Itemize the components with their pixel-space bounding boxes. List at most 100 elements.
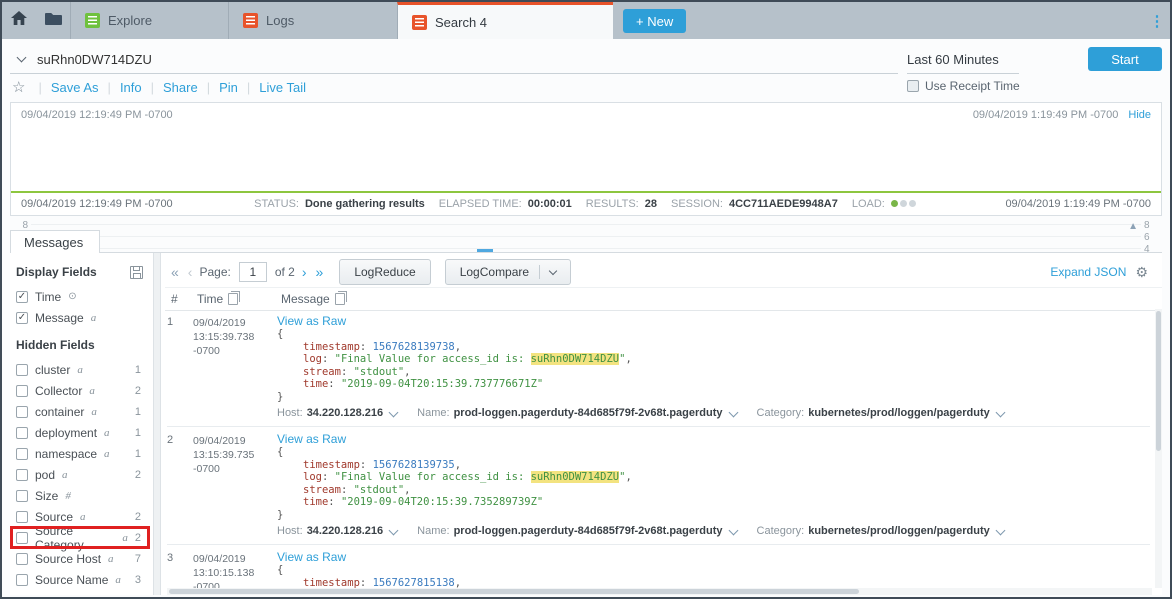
field-checkbox[interactable]	[16, 490, 28, 502]
horizontal-scrollbar[interactable]	[167, 588, 1152, 595]
tab-search-4[interactable]: Search 4	[397, 2, 613, 39]
hidden-field-container[interactable]: container a 1	[10, 401, 153, 422]
kebab-menu-icon[interactable]: ⋮	[1144, 2, 1170, 39]
hidden-field-deployment[interactable]: deployment a 1	[10, 422, 153, 443]
field-checkbox[interactable]	[16, 448, 28, 460]
scrollbar-thumb[interactable]	[1156, 311, 1161, 451]
hidden-field-source-category[interactable]: Source Category a 2	[10, 527, 153, 548]
field-count: 2	[135, 532, 153, 544]
start-button[interactable]: Start	[1088, 47, 1162, 71]
logcompare-button[interactable]: LogCompare	[445, 259, 571, 285]
first-page-icon[interactable]: «	[169, 264, 181, 280]
json-line: time: "2019-09-04T20:15:39.735289739Z"	[277, 496, 1150, 509]
source-host-dropdown-icon[interactable]	[389, 525, 399, 535]
pin-link[interactable]: Pin	[219, 80, 238, 95]
field-type-icon: a	[108, 553, 114, 565]
library-button[interactable]	[36, 2, 70, 39]
copy-icon[interactable]	[228, 293, 238, 305]
field-checkbox[interactable]	[16, 406, 28, 418]
hidden-field-pod[interactable]: pod a 2	[10, 464, 153, 485]
field-label: namespace	[35, 447, 97, 461]
json-line: time: "2019-09-04T20:15:39.737776671Z"	[277, 378, 1150, 391]
info-link[interactable]: Info	[120, 80, 142, 95]
next-page-icon[interactable]: ›	[300, 264, 309, 280]
field-count: 7	[135, 553, 153, 565]
tab-logs[interactable]: Logs	[228, 2, 397, 39]
source-name-label: Name:	[417, 525, 449, 537]
scrollbar-thumb[interactable]	[169, 589, 859, 594]
field-label: pod	[35, 468, 55, 482]
histogram-end-time: 09/04/2019 1:19:49 PM -0700	[973, 109, 1119, 121]
message-row: 2 09/04/2019 13:15:39.735 -0700 View as …	[167, 427, 1150, 545]
use-receipt-time-checkbox[interactable]	[907, 80, 919, 92]
last-page-icon[interactable]: »	[314, 264, 326, 280]
new-tab-button[interactable]: + New	[623, 9, 686, 33]
source-category-dropdown-icon[interactable]	[995, 407, 1005, 417]
field-checkbox[interactable]	[16, 469, 28, 481]
hidden-field-namespace[interactable]: namespace a 1	[10, 443, 153, 464]
home-button[interactable]	[2, 2, 36, 39]
source-name-dropdown-icon[interactable]	[728, 525, 738, 535]
json-string-value: "2019-09-04T20:15:39.735289739Z"	[341, 496, 543, 508]
hidden-field-source-name[interactable]: Source Name a 3	[10, 569, 153, 590]
json-string-value: "stdout"	[354, 366, 405, 378]
live-tail-link[interactable]: Live Tail	[259, 80, 306, 95]
field-checkbox[interactable]	[16, 291, 28, 303]
share-link[interactable]: Share	[163, 80, 198, 95]
json-key: log	[303, 471, 322, 483]
tab-bar: Explore Logs Search 4 + New ⋮	[2, 2, 1170, 39]
search-actions-row: ☆ | Save As | Info | Share | Pin | Live …	[12, 77, 306, 97]
hidden-field-cluster[interactable]: cluster a 1	[10, 359, 153, 380]
source-host-value: 34.220.128.216	[307, 525, 383, 537]
query-chevron-down-icon[interactable]	[17, 53, 27, 63]
gridline	[31, 236, 1141, 237]
field-label: Source Host	[35, 552, 101, 566]
field-checkbox[interactable]	[16, 553, 28, 565]
source-host-dropdown-icon[interactable]	[389, 407, 399, 417]
view-as-raw-link[interactable]: View as Raw	[277, 314, 1150, 328]
logreduce-button[interactable]: LogReduce	[339, 259, 430, 285]
json-line: stream: "stdout",	[277, 484, 1150, 497]
hide-histogram-link[interactable]: Hide	[1128, 109, 1151, 121]
json-string-value: "stdout"	[354, 484, 405, 496]
json-string-value: "	[619, 353, 625, 365]
hidden-field-size[interactable]: Size #	[10, 485, 153, 506]
view-as-raw-link[interactable]: View as Raw	[277, 432, 1150, 446]
page-number-input[interactable]	[239, 262, 267, 282]
field-checkbox[interactable]	[16, 312, 28, 324]
field-checkbox[interactable]	[16, 511, 28, 523]
use-receipt-time-control: Use Receipt Time	[907, 79, 1020, 93]
logcompare-chevron-down-icon[interactable]	[549, 267, 557, 275]
session-label: SESSION:	[671, 198, 723, 210]
tab-messages[interactable]: Messages	[10, 230, 100, 253]
copy-icon[interactable]	[335, 293, 345, 305]
field-checkbox[interactable]	[16, 385, 28, 397]
tab-explore[interactable]: Explore	[70, 2, 228, 39]
source-category-dropdown-icon[interactable]	[995, 525, 1005, 535]
collapse-panel-icon[interactable]: ▲	[1128, 221, 1138, 232]
separator: |	[38, 80, 41, 95]
json-block: {timestamp: 1567628139738,log: "Final Va…	[277, 328, 1150, 403]
time-range-selector[interactable]: Last 60 Minutes	[907, 46, 1019, 74]
expand-json-link[interactable]: Expand JSON	[1050, 265, 1126, 279]
hidden-field-source-host[interactable]: Source Host a 7	[10, 548, 153, 569]
hidden-field-collector[interactable]: Collector a 2	[10, 380, 153, 401]
field-checkbox[interactable]	[16, 364, 28, 376]
field-checkbox[interactable]	[16, 574, 28, 586]
field-type-icon: a	[104, 427, 110, 439]
field-checkbox[interactable]	[16, 532, 28, 544]
favorite-star-icon[interactable]: ☆	[12, 78, 25, 96]
sidebar-splitter[interactable]	[153, 253, 161, 595]
display-field-time[interactable]: Time ⊙	[10, 286, 153, 307]
display-field-message[interactable]: Message a	[10, 307, 153, 328]
view-as-raw-link[interactable]: View as Raw	[277, 550, 1150, 564]
prev-page-icon[interactable]: ‹	[186, 264, 195, 280]
search-query-input[interactable]	[37, 52, 898, 67]
save-as-link[interactable]: Save As	[51, 80, 99, 95]
source-name-dropdown-icon[interactable]	[728, 407, 738, 417]
row-number: 1	[167, 314, 193, 419]
save-fields-icon[interactable]	[130, 266, 143, 279]
vertical-scrollbar[interactable]	[1155, 309, 1162, 588]
gear-icon[interactable]: ⚙	[1135, 264, 1148, 281]
field-checkbox[interactable]	[16, 427, 28, 439]
